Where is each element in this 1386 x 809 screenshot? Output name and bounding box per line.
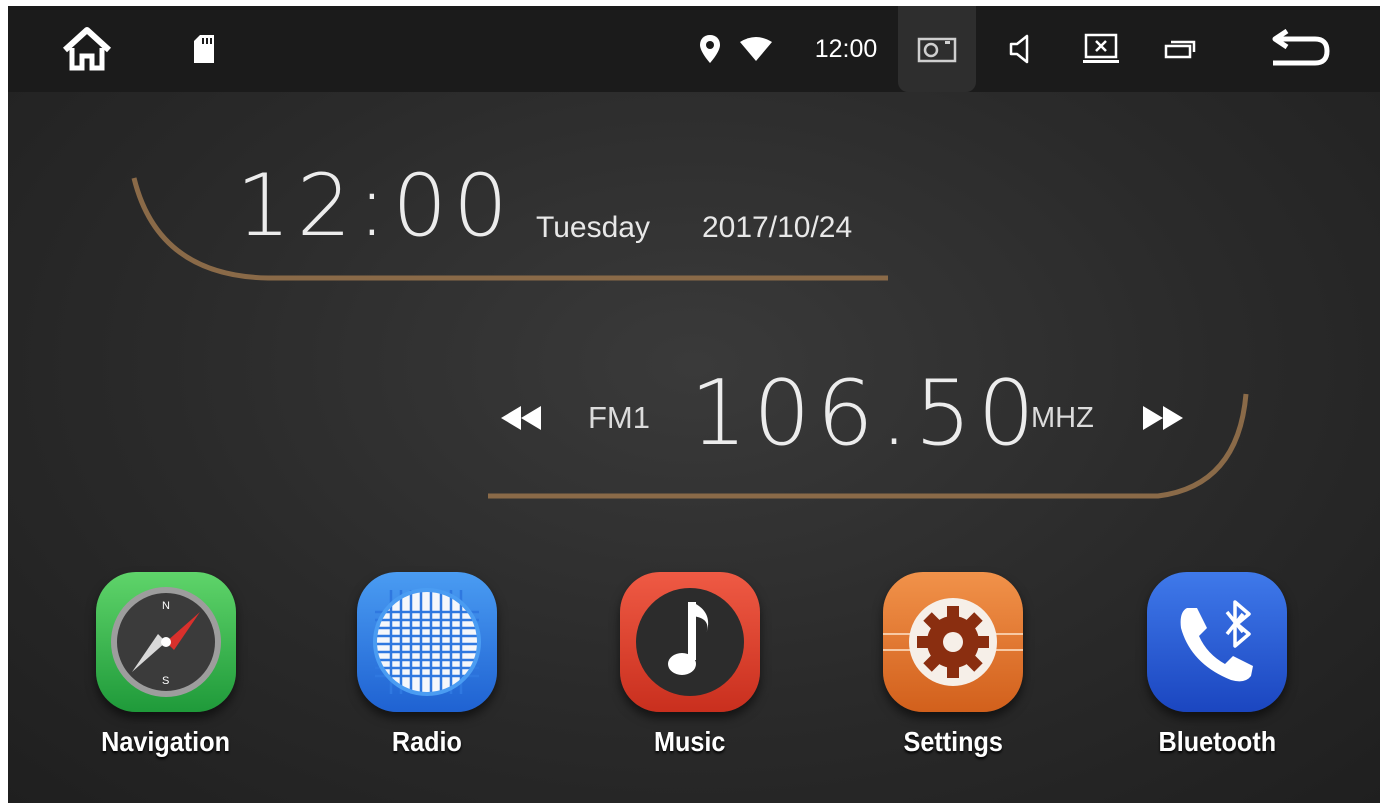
clock-day: Tuesday (536, 211, 650, 244)
bluetooth-phone-icon (1147, 572, 1287, 712)
fast-forward-icon (1143, 406, 1183, 430)
app-settings[interactable]: Settings (868, 572, 1038, 772)
radio-band: FM1 (588, 400, 650, 435)
radio-unit: MHZ (1031, 402, 1094, 434)
radio-frequency[interactable]: 106.50 (690, 361, 1041, 466)
app-navigation[interactable]: N S Navigation (81, 572, 251, 772)
seek-back-button[interactable] (496, 398, 546, 438)
app-label-settings: Settings (903, 726, 1003, 757)
head-unit-screen: 12:00 12:00 Tuesday 2017/10/24 FM1 106.5… (8, 6, 1380, 803)
rewind-icon (501, 406, 541, 430)
radio-icon (357, 572, 497, 712)
clock-date: 2017/10/24 (702, 211, 853, 244)
app-bluetooth[interactable]: Bluetooth (1132, 572, 1302, 772)
app-label-radio: Radio (391, 726, 463, 757)
app-radio[interactable]: Radio (342, 572, 512, 772)
app-label-bluetooth: Bluetooth (1158, 726, 1276, 757)
compass-icon: N S (96, 572, 236, 712)
music-note-icon (620, 572, 760, 712)
app-label-music: Music (654, 726, 726, 757)
app-music[interactable]: Music (605, 572, 775, 772)
seek-forward-button[interactable] (1138, 398, 1188, 438)
svg-text:S: S (162, 675, 169, 687)
clock-time[interactable]: 12:00 (236, 156, 514, 256)
svg-text:N: N (162, 600, 170, 612)
app-label-navigation: Navigation (101, 726, 231, 757)
gear-icon (883, 572, 1023, 712)
